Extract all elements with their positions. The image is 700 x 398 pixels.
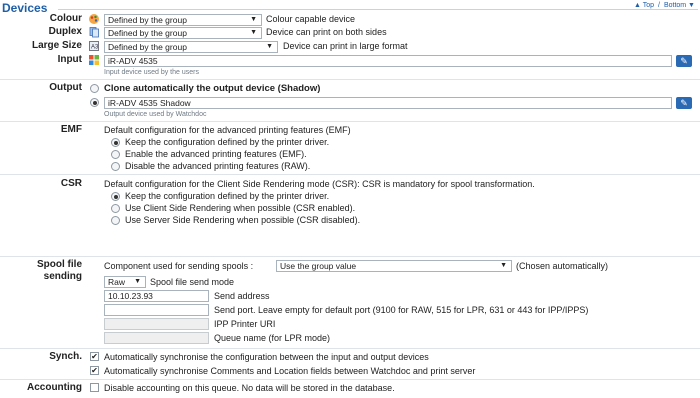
large-format-icon: A3 bbox=[88, 40, 100, 52]
title-divider bbox=[58, 9, 698, 10]
large-size-label: Large Size bbox=[31, 40, 82, 51]
input-device-field[interactable]: iR-ADV 4535 bbox=[104, 55, 672, 67]
accounting-label: Accounting bbox=[27, 382, 82, 393]
synch-comments-checkbox[interactable]: ✔ bbox=[90, 366, 99, 375]
emf-intro: Default configuration for the advanced p… bbox=[104, 125, 351, 135]
edit-pencil-icon[interactable]: ✎ bbox=[676, 97, 692, 109]
emf-option-label: Keep the configuration defined by the pr… bbox=[125, 137, 330, 147]
colour-select[interactable]: Defined by the group ▼ bbox=[104, 14, 262, 26]
top-link[interactable]: ▲ Top bbox=[634, 2, 654, 9]
duplex-page-icon bbox=[88, 26, 100, 38]
emf-option-radio[interactable] bbox=[111, 138, 120, 147]
synch-config-label: Automatically synchronise the configurat… bbox=[104, 352, 429, 362]
row-divider bbox=[0, 348, 700, 349]
colour-select-value: Defined by the group bbox=[108, 15, 187, 25]
emf-option-radio[interactable] bbox=[111, 150, 120, 159]
output-label: Output bbox=[49, 82, 82, 93]
input-hint: Input device used by the users bbox=[104, 69, 199, 76]
emf-option-label: Disable the advanced printing features (… bbox=[125, 161, 311, 171]
spool-mode-value: Raw bbox=[108, 277, 126, 287]
send-port-field[interactable] bbox=[104, 304, 209, 316]
synch-comments-label: Automatically synchronise Comments and L… bbox=[104, 366, 476, 376]
input-label: Input bbox=[57, 54, 82, 65]
svg-text:A3: A3 bbox=[91, 45, 99, 51]
chevron-down-icon: ▼ bbox=[134, 278, 141, 285]
spool-mode-label: Spool file send mode bbox=[150, 277, 235, 287]
accounting-option-label: Disable accounting on this queue. No dat… bbox=[104, 383, 395, 393]
csr-option-label: Use Server Side Rendering when possible … bbox=[125, 215, 361, 225]
ipp-uri-field bbox=[104, 318, 209, 330]
page-nav: ▲ Top / Bottom ▼ bbox=[633, 2, 696, 9]
chevron-down-icon: ▼ bbox=[250, 29, 257, 36]
duplex-select-value: Defined by the group bbox=[108, 28, 187, 38]
spool-component-select[interactable]: Use the group value ▼ bbox=[276, 260, 512, 272]
emf-option-radio[interactable] bbox=[111, 162, 120, 171]
spool-component-value: Use the group value bbox=[280, 261, 357, 271]
accounting-checkbox[interactable] bbox=[90, 383, 99, 392]
row-divider bbox=[0, 256, 700, 257]
emf-label: EMF bbox=[60, 124, 82, 135]
duplex-label: Duplex bbox=[48, 26, 82, 37]
row-divider bbox=[0, 379, 700, 380]
spool-label: Spool file bbox=[37, 259, 82, 270]
csr-label: CSR bbox=[60, 178, 82, 189]
colour-palette-icon bbox=[88, 13, 100, 25]
csr-option-radio[interactable] bbox=[111, 216, 120, 225]
synch-config-checkbox[interactable]: ✔ bbox=[90, 352, 99, 361]
colour-label: Colour bbox=[49, 13, 82, 24]
output-clone-radio[interactable] bbox=[90, 84, 99, 93]
chevron-down-icon: ▼ bbox=[500, 262, 507, 269]
emf-option-label: Enable the advanced printing features (E… bbox=[125, 149, 307, 159]
send-address-field[interactable]: 10.10.23.93 bbox=[104, 290, 209, 302]
row-divider bbox=[0, 79, 700, 80]
synch-label: Synch. bbox=[49, 351, 82, 362]
duplex-select[interactable]: Defined by the group ▼ bbox=[104, 27, 262, 39]
spool-component-note: (Chosen automatically) bbox=[516, 261, 609, 271]
windows-printer-icon bbox=[88, 54, 100, 66]
row-divider bbox=[0, 121, 700, 122]
queue-name-field bbox=[104, 332, 209, 344]
large-size-description: Device can print in large format bbox=[283, 41, 408, 51]
csr-option-label: Use Client Side Rendering when possible … bbox=[125, 203, 356, 213]
output-device-radio[interactable] bbox=[90, 98, 99, 107]
output-clone-label: Clone automatically the output device (S… bbox=[104, 83, 321, 94]
large-size-select-value: Defined by the group bbox=[108, 42, 187, 52]
nav-divider: / bbox=[658, 2, 660, 9]
chevron-down-icon: ▼ bbox=[250, 16, 257, 23]
output-device-field[interactable]: iR-ADV 4535 Shadow bbox=[104, 97, 672, 109]
csr-intro: Default configuration for the Client Sid… bbox=[104, 179, 535, 189]
edit-pencil-icon[interactable]: ✎ bbox=[676, 55, 692, 67]
ipp-uri-label: IPP Printer URI bbox=[214, 319, 276, 329]
csr-option-label: Keep the configuration defined by the pr… bbox=[125, 191, 330, 201]
spool-mode-select[interactable]: Raw ▼ bbox=[104, 276, 146, 288]
bottom-link[interactable]: Bottom ▼ bbox=[664, 2, 695, 9]
large-size-select[interactable]: Defined by the group ▼ bbox=[104, 41, 278, 53]
send-port-label: Send port. Leave empty for default port … bbox=[214, 305, 589, 315]
output-hint: Output device used by Watchdoc bbox=[104, 111, 207, 118]
csr-option-radio[interactable] bbox=[111, 204, 120, 213]
csr-option-radio[interactable] bbox=[111, 192, 120, 201]
spool-component-label: Component used for sending spools : bbox=[104, 261, 254, 271]
queue-name-label: Queue name (for LPR mode) bbox=[214, 333, 331, 343]
duplex-description: Device can print on both sides bbox=[266, 27, 387, 37]
send-address-label: Send address bbox=[214, 291, 270, 301]
chevron-down-icon: ▼ bbox=[266, 43, 273, 50]
spool-label-line2: sending bbox=[43, 271, 82, 282]
row-divider bbox=[0, 174, 700, 175]
colour-description: Colour capable device bbox=[266, 14, 356, 24]
